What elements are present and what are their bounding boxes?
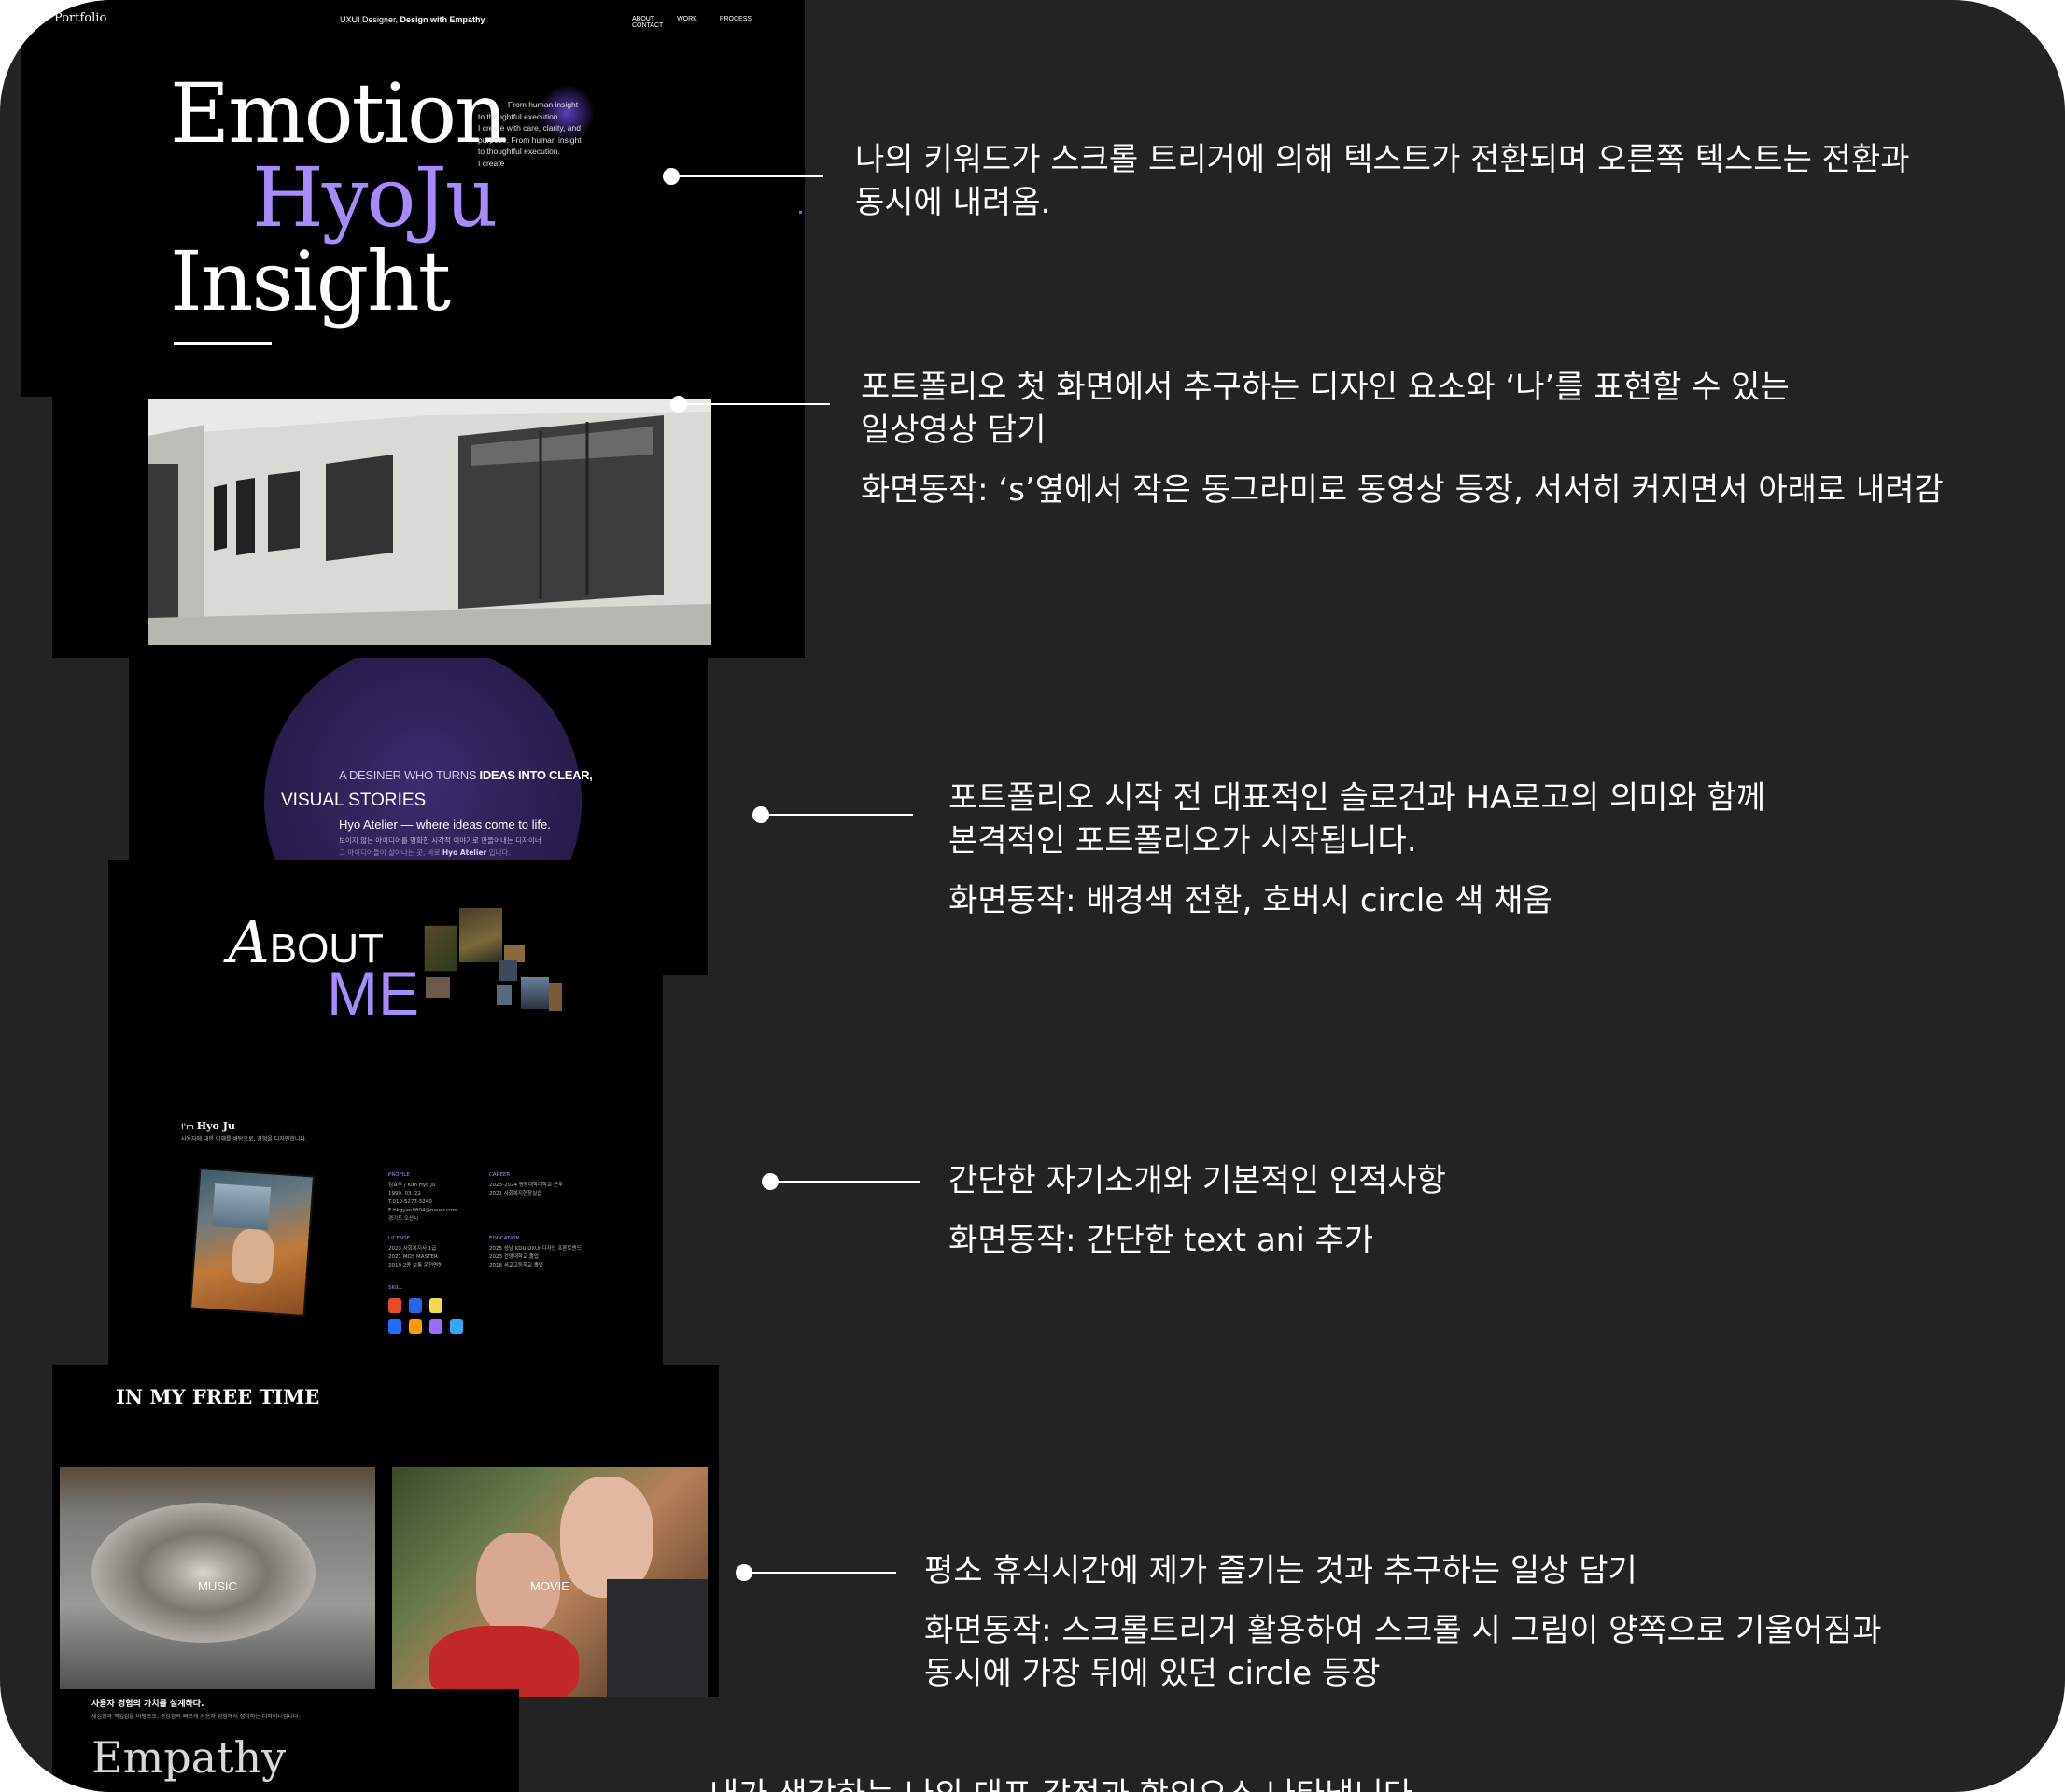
hero-word-insight: Insight	[170, 233, 451, 329]
collage-photo-2	[459, 908, 502, 962]
movie-dress	[429, 1626, 579, 1697]
nav-about[interactable]: ABOUT	[632, 16, 654, 22]
profile-block-education: EDUCATION 2025 성남 KDU UXUI 디자인 프론트엔드 202…	[489, 1236, 582, 1268]
slogan-line1: A DESINER WHO TURNS IDEAS INTO CLEAR,	[339, 768, 593, 782]
photoshop-icon	[450, 1319, 463, 1334]
annotation-2-line	[679, 403, 830, 405]
annotation-5: 평소 휴식시간에 제가 즐기는 것과 추구하는 일상 담기 화면동작: 스크롤트…	[924, 1552, 1882, 1692]
header-tagline: UXUI Designer, Design with Empathy	[340, 15, 485, 24]
xd-icon	[429, 1319, 442, 1334]
nav-contact[interactable]: CONTACT	[632, 22, 663, 29]
empathy-sub: 세심함과 책임감을 바탕으로, 공감함의 빠르게 사용자 경험에서 생각하는 디…	[91, 1714, 301, 1720]
hero-underline	[174, 342, 272, 345]
card-movie[interactable]: MOVIE	[392, 1467, 708, 1697]
collage-photo-5	[499, 960, 517, 981]
skill-icons	[388, 1298, 472, 1339]
annotation-4: 간단한 자기소개와 기본적인 인적사항 화면동작: 간단한 text ani 추…	[948, 1162, 1446, 1259]
profile-block-profile: PROFILE 김효주 / Kim Hyo Ju 1999. 03. 22 T.…	[388, 1172, 457, 1222]
empathy-heading: 사용자 경험의 가치를 설계하다.	[91, 1700, 204, 1709]
gallery-video-image	[148, 399, 711, 645]
profile-block-skill: SKILL	[388, 1285, 402, 1291]
js-icon	[429, 1298, 442, 1313]
video-panel	[52, 397, 805, 658]
slogan-line2: VISUAL STORIES	[281, 791, 427, 810]
annotation-1: 나의 키워드가 스크롤 트리거에 의해 텍스트가 전환되며 오른쪽 텍스트는 전…	[855, 141, 1910, 221]
css-icon	[409, 1298, 422, 1313]
hero-side-text: From human insight to thoughtful executi…	[478, 100, 582, 168]
collage-photo-8	[549, 983, 562, 1011]
html-icon	[388, 1298, 401, 1313]
annotation-3-line	[761, 814, 913, 816]
profile-intro-sub: 사용자에 대한 이해를 바탕으로, 경험을 디자인합니다.	[181, 1136, 307, 1142]
hero-word-hyoju: HyoJu	[252, 149, 498, 245]
profile-photo	[189, 1167, 316, 1318]
slogan-line3: Hyo Atelier — where ideas come to life.	[339, 818, 551, 832]
logo[interactable]: Portfolio	[54, 11, 106, 25]
profile-block-license: LICENSE 2023 사회복지사 1급 2021 MOS MASTER 20…	[388, 1236, 443, 1268]
hero-accent-mark	[799, 211, 802, 214]
annotation-1-line	[671, 175, 823, 177]
card-music-label: MUSIC	[198, 1579, 237, 1593]
annotation-3: 포트폴리오 시작 전 대표적인 슬로건과 HA로고의 의미와 함께 본격적인 포…	[948, 779, 1766, 919]
figma-icon	[388, 1319, 401, 1334]
card-music[interactable]: MUSIC	[60, 1467, 375, 1697]
empathy-word: Empathy	[91, 1732, 287, 1783]
annotation-6: 내가 생각하는 나의 대표 감정과 함의으스 나타냄니다	[709, 1773, 1412, 1792]
free-time-title: IN MY FREE TIME	[116, 1385, 320, 1408]
profile-intro: I'm Hyo Ju	[181, 1120, 235, 1132]
slogan-line4: 보이지 않는 아이디어를 명확한 시각적 이야기로 만들어내는 디자이너	[339, 836, 541, 845]
nav-work[interactable]: WORK	[677, 16, 697, 22]
slogan-line5: 그 아이디어들이 살아나는 곳, 바로 Hyo Atelier 입니다.	[339, 848, 511, 857]
vinyl-record	[91, 1503, 316, 1643]
collage-photo-1	[424, 925, 457, 972]
card-movie-label: MOVIE	[530, 1579, 569, 1593]
nav-process[interactable]: PROCESS	[720, 16, 752, 22]
about-title-me: ME	[327, 959, 419, 1028]
illustrator-icon	[409, 1319, 422, 1334]
profile-block-career: CAREER 2023-2024 평창대학대학교 근무 2021 사회복지현장실…	[489, 1172, 564, 1197]
annotation-5-line	[744, 1572, 896, 1574]
movie-suit	[607, 1579, 708, 1697]
collage-photo-3	[426, 977, 450, 998]
annotation-4-line	[770, 1181, 920, 1183]
about-panel: ABOUT ME I'm Hyo Ju 사용자에 대한 이해를 바탕으로, 경험…	[108, 860, 663, 1368]
empathy-panel: 사용자 경험의 가치를 설계하다. 세심함과 책임감을 바탕으로, 공감함의 빠…	[52, 1689, 519, 1792]
annotation-2: 포트폴리오 첫 화면에서 추구하는 디자인 요소와 ‘나’를 표현할 수 있는 …	[861, 369, 1944, 509]
collage-photo-7	[521, 977, 549, 1009]
hero-word-emotion: Emotion	[170, 65, 508, 161]
hero-panel: Portfolio UXUI Designer, Design with Emp…	[21, 0, 805, 397]
free-time-panel: IN MY FREE TIME MUSIC MOVIE	[52, 1365, 719, 1697]
canvas-frame: Portfolio UXUI Designer, Design with Emp…	[0, 0, 2065, 1792]
header-nav: ABOUT WORK PROCESS CONTACT	[632, 16, 805, 29]
collage-photo-6	[497, 985, 512, 1005]
